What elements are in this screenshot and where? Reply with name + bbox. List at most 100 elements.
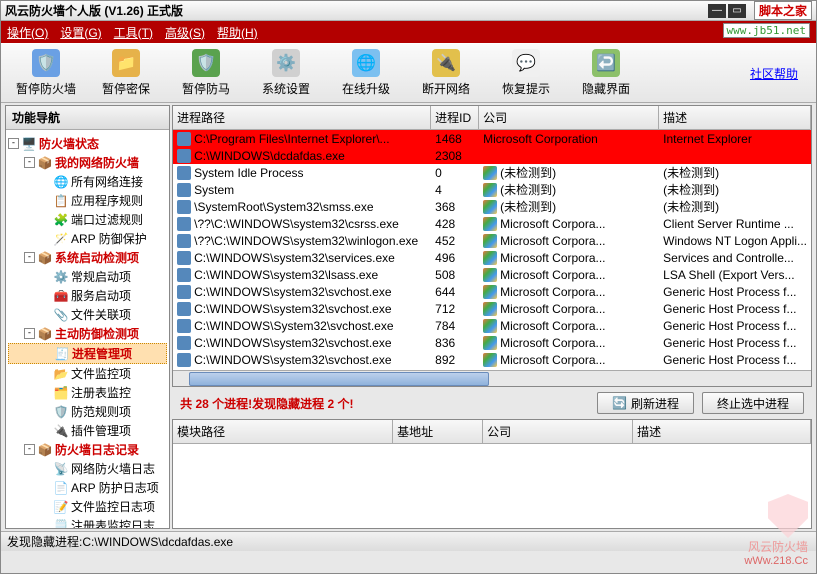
tree-所有网络连接[interactable]: 🌐所有网络连接 bbox=[8, 172, 167, 191]
cell-pid: 784 bbox=[431, 318, 479, 334]
table-row[interactable]: C:\WINDOWS\system32\lsass.exe508Microsof… bbox=[173, 266, 811, 283]
tool-icon: 🛡️ bbox=[32, 49, 60, 77]
table-row[interactable]: C:\WINDOWS\system32\svchost.exe712Micros… bbox=[173, 300, 811, 317]
table-row[interactable]: \??\C:\WINDOWS\system32\csrss.exe428Micr… bbox=[173, 215, 811, 232]
tree-注册表监控日志[interactable]: 🗒️注册表监控日志 bbox=[8, 516, 167, 528]
refresh-icon: 🔄 bbox=[612, 396, 627, 410]
cell-path: C:\WINDOWS\system32\services.exe bbox=[194, 251, 395, 265]
table-row[interactable]: System4(未检测到)(未检测到) bbox=[173, 181, 811, 198]
cell-desc: Generic Host Process f... bbox=[659, 352, 811, 368]
tree-主动防御检测项[interactable]: -📦主动防御检测项 bbox=[8, 324, 167, 343]
tree-文件关联项[interactable]: 📎文件关联项 bbox=[8, 305, 167, 324]
expander-icon[interactable]: - bbox=[8, 138, 19, 149]
mth-path[interactable]: 模块路径 bbox=[173, 420, 393, 443]
tree-icon: 📡 bbox=[53, 461, 69, 477]
cell-path: C:\WINDOWS\dcdafdas.exe bbox=[194, 149, 345, 163]
tree-icon: 📦 bbox=[37, 326, 53, 342]
expander-icon[interactable]: - bbox=[24, 444, 35, 455]
cell-desc: Generic Host Process f... bbox=[659, 335, 811, 351]
community-help-link[interactable]: 社区帮助 bbox=[750, 65, 808, 82]
table-row[interactable]: \SystemRoot\System32\smss.exe368(未检测到)(未… bbox=[173, 198, 811, 215]
tree-端口过滤规则[interactable]: 🧩端口过滤规则 bbox=[8, 210, 167, 229]
table-row[interactable]: C:\Program Files\Internet Explorer\...14… bbox=[173, 130, 811, 147]
toolbtn-暂停密保[interactable]: 📁暂停密保 bbox=[89, 47, 163, 99]
cell-desc: Client Server Runtime ... bbox=[659, 216, 811, 232]
tool-label: 暂停密保 bbox=[102, 80, 150, 97]
tree-插件管理项[interactable]: 🔌插件管理项 bbox=[8, 421, 167, 440]
expander-icon[interactable]: - bbox=[24, 328, 35, 339]
tool-label: 暂停防马 bbox=[182, 80, 230, 97]
expander-icon[interactable]: - bbox=[24, 252, 35, 263]
tree-文件监控项[interactable]: 📂文件监控项 bbox=[8, 364, 167, 383]
table-row[interactable]: C:\WINDOWS\system32\svchost.exe644Micros… bbox=[173, 283, 811, 300]
cell-pid: 496 bbox=[431, 250, 479, 266]
cell-pid: 0 bbox=[431, 165, 479, 181]
tree-label: 进程管理项 bbox=[72, 345, 132, 362]
table-row[interactable]: C:\WINDOWS\System32\svchost.exe784Micros… bbox=[173, 317, 811, 334]
mth-desc[interactable]: 描述 bbox=[633, 420, 811, 443]
toolbtn-隐藏界面[interactable]: ↩️隐藏界面 bbox=[569, 47, 643, 99]
tree-文件监控日志项[interactable]: 📝文件监控日志项 bbox=[8, 497, 167, 516]
th-path[interactable]: 进程路径 bbox=[173, 106, 431, 129]
horizontal-scrollbar[interactable] bbox=[173, 370, 811, 386]
th-company[interactable]: 公司 bbox=[479, 106, 659, 129]
tree-label: 注册表监控日志 bbox=[71, 517, 155, 528]
cell-company: (未检测到) bbox=[500, 198, 556, 215]
cell-desc: (未检测到) bbox=[659, 197, 811, 216]
table-row[interactable]: System Idle Process0(未检测到)(未检测到) bbox=[173, 164, 811, 181]
mth-base[interactable]: 基地址 bbox=[393, 420, 483, 443]
minimize-button[interactable]: — bbox=[708, 4, 726, 18]
app-icon bbox=[177, 251, 191, 265]
th-pid[interactable]: 进程ID bbox=[431, 106, 479, 129]
tree-label: 端口过滤规则 bbox=[71, 211, 143, 228]
cell-pid: 368 bbox=[431, 199, 479, 215]
tree-注册表监控[interactable]: 🗂️注册表监控 bbox=[8, 383, 167, 402]
refresh-button[interactable]: 🔄刷新进程 bbox=[597, 392, 694, 414]
tool-icon: 💬 bbox=[512, 49, 540, 77]
menu-operate[interactable]: 操作(O) bbox=[7, 24, 48, 41]
toolbtn-系统设置[interactable]: ⚙️系统设置 bbox=[249, 47, 323, 99]
tree-系统启动检测项[interactable]: -📦系统启动检测项 bbox=[8, 248, 167, 267]
table-row[interactable]: C:\WINDOWS\dcdafdas.exe2308 bbox=[173, 147, 811, 164]
tree-ARP 防御保护[interactable]: 🪄ARP 防御保护 bbox=[8, 229, 167, 248]
windows-icon bbox=[483, 234, 497, 248]
table-row[interactable]: C:\WINDOWS\system32\svchost.exe892Micros… bbox=[173, 351, 811, 368]
mth-company[interactable]: 公司 bbox=[483, 420, 633, 443]
toolbtn-断开网络[interactable]: 🔌断开网络 bbox=[409, 47, 483, 99]
toolbtn-恢复提示[interactable]: 💬恢复提示 bbox=[489, 47, 563, 99]
table-row[interactable]: C:\WINDOWS\system32\services.exe496Micro… bbox=[173, 249, 811, 266]
menu-advanced[interactable]: 高级(S) bbox=[165, 24, 205, 41]
table-row[interactable]: \??\C:\WINDOWS\system32\winlogon.exe452M… bbox=[173, 232, 811, 249]
tree-服务启动项[interactable]: 🧰服务启动项 bbox=[8, 286, 167, 305]
tree-icon: 📄 bbox=[53, 480, 69, 496]
cell-path: C:\WINDOWS\system32\lsass.exe bbox=[194, 268, 378, 282]
tree-label: 插件管理项 bbox=[71, 422, 131, 439]
tree-进程管理项[interactable]: 🧾进程管理项 bbox=[8, 343, 167, 364]
tree-icon: 📝 bbox=[53, 499, 69, 515]
toolbtn-在线升级[interactable]: 🌐在线升级 bbox=[329, 47, 403, 99]
tree-网络防火墙日志[interactable]: 📡网络防火墙日志 bbox=[8, 459, 167, 478]
tool-icon: 🛡️ bbox=[192, 49, 220, 77]
menu-tools[interactable]: 工具(T) bbox=[114, 24, 153, 41]
terminate-button[interactable]: 终止选中进程 bbox=[702, 392, 804, 414]
menu-help[interactable]: 帮助(H) bbox=[217, 24, 258, 41]
tree-防范规则项[interactable]: 🛡️防范规则项 bbox=[8, 402, 167, 421]
tree-防火墙日志记录[interactable]: -📦防火墙日志记录 bbox=[8, 440, 167, 459]
tree-ARP 防护日志项[interactable]: 📄ARP 防护日志项 bbox=[8, 478, 167, 497]
menu-settings[interactable]: 设置(G) bbox=[60, 24, 101, 41]
tree-防火墙状态[interactable]: -🖥️防火墙状态 bbox=[8, 134, 167, 153]
tree-label: ARP 防御保护 bbox=[71, 230, 147, 247]
toolbtn-暂停防火墙[interactable]: 🛡️暂停防火墙 bbox=[9, 47, 83, 99]
windows-icon bbox=[483, 200, 497, 214]
toolbtn-暂停防马[interactable]: 🛡️ 暂停防马 bbox=[169, 47, 243, 99]
windows-icon bbox=[483, 353, 497, 367]
tree-应用程序规则[interactable]: 📋应用程序规则 bbox=[8, 191, 167, 210]
cell-pid: 836 bbox=[431, 335, 479, 351]
th-desc[interactable]: 描述 bbox=[659, 106, 811, 129]
tree-我的网络防火墙[interactable]: -📦我的网络防火墙 bbox=[8, 153, 167, 172]
expander-icon[interactable]: - bbox=[24, 157, 35, 168]
cell-company: Microsoft Corpora... bbox=[500, 217, 605, 231]
table-row[interactable]: C:\WINDOWS\system32\svchost.exe836Micros… bbox=[173, 334, 811, 351]
tree-常规启动项[interactable]: ⚙️常规启动项 bbox=[8, 267, 167, 286]
maximize-button[interactable]: ▭ bbox=[728, 4, 746, 18]
